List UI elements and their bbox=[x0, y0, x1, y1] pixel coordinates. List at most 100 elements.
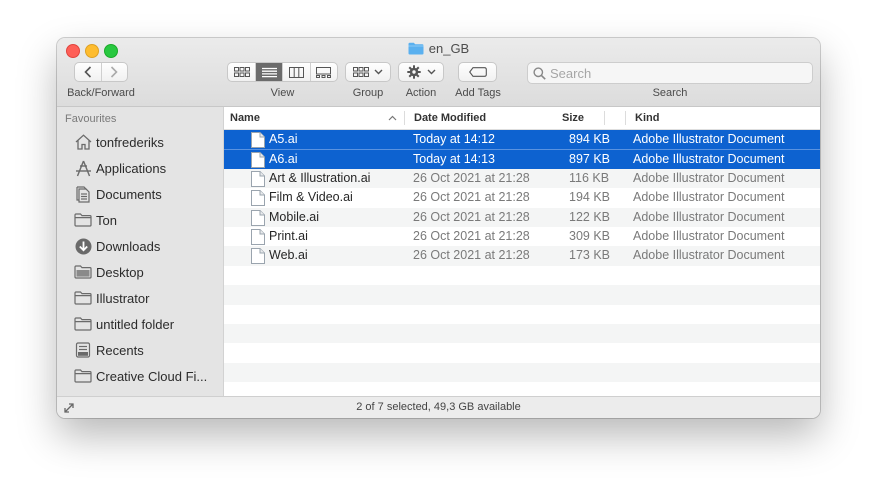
grid-icon bbox=[233, 67, 250, 77]
forward-button[interactable] bbox=[100, 63, 127, 81]
empty-row bbox=[224, 324, 820, 344]
sidebar-item-applications[interactable]: Applications bbox=[73, 157, 221, 179]
table-row[interactable]: Film & Video.ai 26 Oct 2021 at 21:28 194… bbox=[224, 188, 820, 207]
search-field[interactable] bbox=[527, 62, 813, 84]
file-icon bbox=[251, 190, 265, 207]
list-icon bbox=[261, 67, 277, 77]
action-label: Action bbox=[405, 87, 437, 99]
folder-icon bbox=[73, 211, 93, 229]
table-row[interactable]: Print.ai 26 Oct 2021 at 21:28 309 KB Ado… bbox=[224, 227, 820, 246]
file-size: 122 KB bbox=[569, 209, 611, 224]
sidebar-item-label: tonfrederiks bbox=[96, 134, 164, 150]
file-icon bbox=[251, 209, 265, 226]
sidebar-item-downloads[interactable]: Downloads bbox=[73, 235, 221, 257]
back-button[interactable] bbox=[75, 63, 101, 81]
sidebar-item-ton[interactable]: Ton bbox=[73, 209, 221, 231]
status-bar: 2 of 7 selected, 49,3 GB available bbox=[57, 396, 820, 418]
group-label: Group bbox=[352, 87, 384, 99]
sidebar-item-illustrator[interactable]: Illustrator bbox=[73, 287, 221, 309]
column-size-header[interactable]: Size bbox=[562, 107, 612, 129]
file-kind: Adobe Illustrator Document bbox=[633, 190, 785, 205]
table-row[interactable]: Mobile.ai 26 Oct 2021 at 21:28 122 KB Ad… bbox=[224, 207, 820, 227]
download-icon bbox=[73, 237, 93, 255]
file-name: Mobile.ai bbox=[269, 209, 320, 224]
file-kind: Adobe Illustrator Document bbox=[633, 152, 785, 167]
column-name-header[interactable]: Name bbox=[230, 107, 400, 129]
group-button[interactable] bbox=[345, 62, 391, 82]
gear-icon bbox=[406, 65, 421, 79]
gallery-view-button[interactable] bbox=[309, 63, 338, 81]
column-kind-header[interactable]: Kind bbox=[635, 107, 785, 129]
view-label: View bbox=[270, 87, 295, 99]
sidebar-item-desktop[interactable]: Desktop bbox=[73, 261, 221, 283]
file-icon bbox=[251, 132, 265, 148]
file-name: A6.ai bbox=[269, 152, 298, 167]
file-size: 897 KB bbox=[569, 152, 611, 167]
empty-row bbox=[224, 266, 820, 285]
gallery-icon bbox=[316, 66, 332, 78]
add-tags-label: Add Tags bbox=[455, 87, 501, 99]
sidebar-item-label: untitled folder bbox=[96, 316, 175, 332]
sidebar-item-label: Recents bbox=[96, 342, 144, 358]
column-name-label: Name bbox=[230, 112, 260, 124]
file-name: Film & Video.ai bbox=[269, 190, 353, 205]
file-size: 194 KB bbox=[569, 190, 611, 205]
sidebar-item-label: Creative Cloud Fi... bbox=[96, 368, 208, 384]
column-view-button[interactable] bbox=[282, 63, 310, 81]
column-date-header[interactable]: Date Modified bbox=[414, 107, 554, 129]
toolbar: en_GB Back/Forward View Group Action Add… bbox=[57, 38, 820, 107]
finder-window: en_GB Back/Forward View Group Action Add… bbox=[57, 38, 820, 418]
list-view-button[interactable] bbox=[255, 63, 282, 81]
empty-row bbox=[224, 362, 820, 383]
file-list: Name Date Modified Size Kind A5.ai Today… bbox=[224, 107, 820, 396]
document-icon bbox=[73, 185, 93, 203]
sidebar-item-recents[interactable]: Recents bbox=[73, 339, 221, 361]
file-kind: Adobe Illustrator Document bbox=[633, 170, 785, 185]
table-row[interactable]: Web.ai 26 Oct 2021 at 21:28 173 KB Adobe… bbox=[224, 246, 820, 266]
sidebar-item-label: Ton bbox=[96, 212, 117, 228]
home-icon bbox=[73, 133, 93, 151]
view-control bbox=[227, 62, 338, 82]
table-row[interactable]: A6.ai Today at 14:13 897 KB Adobe Illust… bbox=[224, 149, 820, 169]
search-input[interactable] bbox=[546, 65, 790, 81]
chevron-down-icon bbox=[374, 69, 383, 75]
sidebar-item-creative-cloud-files[interactable]: Creative Cloud Fi... bbox=[73, 365, 221, 387]
table-row[interactable]: A5.ai Today at 14:12 894 KB Adobe Illust… bbox=[224, 130, 820, 150]
folder-icon bbox=[73, 315, 93, 333]
back-forward-control bbox=[74, 62, 128, 82]
file-size: 894 KB bbox=[569, 132, 611, 146]
tag-icon bbox=[468, 67, 487, 77]
file-date: 26 Oct 2021 at 21:28 bbox=[413, 248, 530, 263]
file-name: Web.ai bbox=[269, 248, 308, 263]
file-kind: Adobe Illustrator Document bbox=[633, 229, 785, 243]
icon-view-button[interactable] bbox=[228, 63, 255, 81]
file-date: Today at 14:13 bbox=[413, 152, 496, 167]
file-kind: Adobe Illustrator Document bbox=[633, 248, 785, 263]
sidebar-item-label: Desktop bbox=[96, 264, 144, 280]
status-text: 2 of 7 selected, 49,3 GB available bbox=[356, 401, 521, 413]
group-grid-icon bbox=[353, 67, 369, 77]
sidebar-item-untitled-folder[interactable]: untitled folder bbox=[73, 313, 221, 335]
chevron-down-icon bbox=[427, 69, 435, 75]
column-divider[interactable] bbox=[625, 111, 626, 125]
chevron-left-icon bbox=[84, 66, 92, 78]
sidebar-item-documents[interactable]: Documents bbox=[73, 183, 221, 205]
table-row[interactable]: Art & Illustration.ai 26 Oct 2021 at 21:… bbox=[224, 168, 820, 189]
sidebar-item-tonfrederiks[interactable]: tonfrederiks bbox=[73, 131, 221, 153]
add-tags-button[interactable] bbox=[458, 62, 497, 82]
file-name: Print.ai bbox=[269, 229, 308, 243]
file-date: 26 Oct 2021 at 21:28 bbox=[413, 229, 530, 243]
sidebar: Favourites tonfrederiks Applications Doc… bbox=[57, 107, 224, 396]
empty-row bbox=[224, 285, 820, 305]
sidebar-item-label: Applications bbox=[96, 160, 167, 176]
file-date: Today at 14:12 bbox=[413, 132, 496, 146]
folder-icon bbox=[73, 289, 93, 307]
action-button[interactable] bbox=[398, 62, 444, 82]
empty-row bbox=[224, 343, 820, 362]
recents-icon bbox=[73, 341, 93, 359]
sidebar-item-label: Illustrator bbox=[96, 290, 150, 306]
file-name: Art & Illustration.ai bbox=[269, 170, 371, 185]
file-icon bbox=[251, 152, 265, 169]
column-divider[interactable] bbox=[404, 111, 405, 125]
desktop-icon bbox=[73, 263, 93, 281]
